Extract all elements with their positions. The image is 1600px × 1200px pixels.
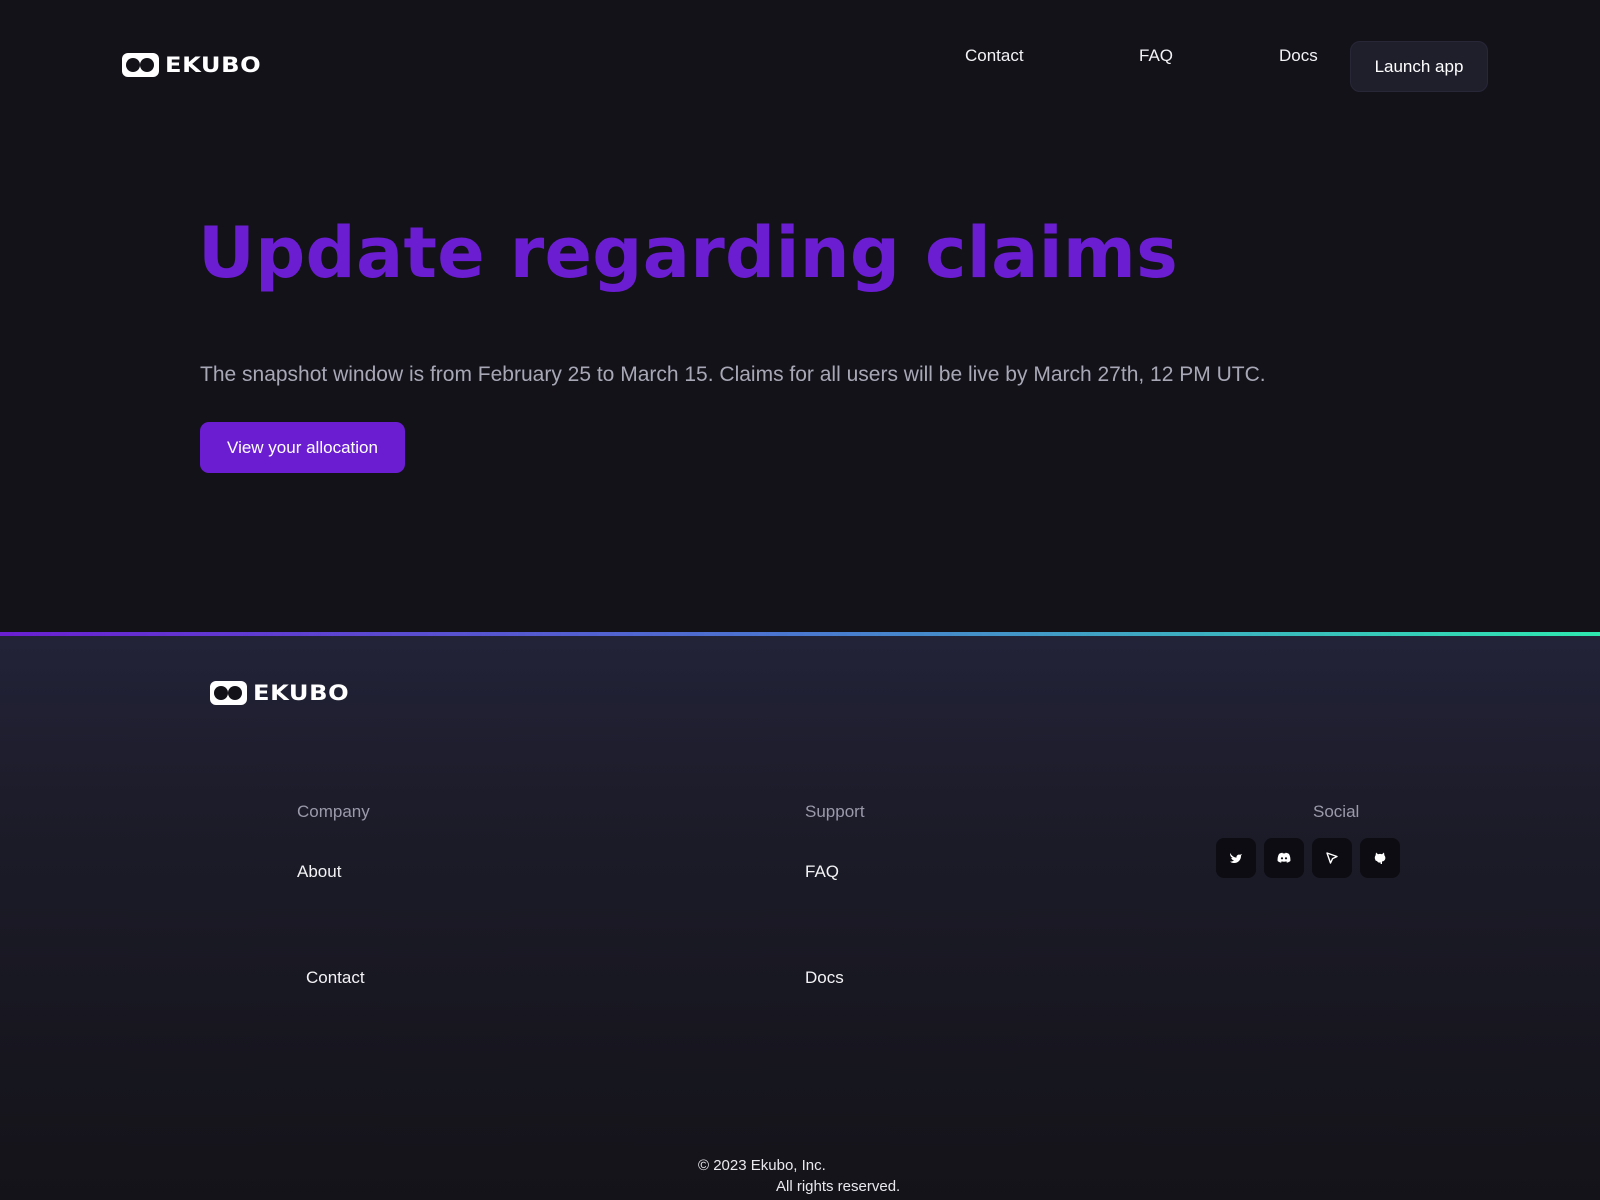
hero-subtitle: The snapshot window is from February 25 … (200, 363, 1266, 386)
brand-name: EKUBO (253, 681, 350, 705)
header-logo[interactable]: EKUBO (122, 53, 261, 77)
footer-about-link[interactable]: About (297, 862, 341, 882)
support-heading: Support (805, 802, 865, 821)
discord-icon (1277, 852, 1291, 863)
discord-button[interactable] (1264, 838, 1304, 878)
footer-faq-link[interactable]: FAQ (805, 862, 839, 882)
launch-app-button[interactable]: Launch app (1350, 41, 1488, 92)
page: EKUBO Contact FAQ Docs Launch app Update… (0, 0, 1600, 1200)
cursor-button[interactable] (1312, 838, 1352, 878)
twitter-icon (1230, 853, 1242, 864)
view-allocation-button[interactable]: View your allocation (200, 422, 405, 473)
footer-contact-link[interactable]: Contact (306, 968, 365, 988)
ekubo-logo-icon (122, 53, 159, 77)
nav-contact-link[interactable]: Contact (965, 46, 1024, 66)
social-heading: Social (1313, 802, 1360, 821)
footer-docs-link[interactable]: Docs (805, 968, 844, 988)
footer-gradient-divider (0, 632, 1600, 636)
top-nav: EKUBO Contact FAQ Docs Launch app (0, 0, 1600, 130)
hero-title: Update regarding claims (198, 212, 1179, 294)
rights-text: All rights reserved. (776, 1178, 901, 1195)
github-button[interactable] (1360, 838, 1400, 878)
nav-faq-link[interactable]: FAQ (1139, 46, 1173, 66)
footer-logo[interactable]: EKUBO (210, 681, 349, 705)
twitter-button[interactable] (1216, 838, 1256, 878)
social-links (1216, 838, 1400, 878)
footer: EKUBO Company Support Social About Conta… (0, 632, 1600, 1200)
brand-name: EKUBO (165, 53, 262, 77)
github-icon (1374, 852, 1386, 864)
cursor-icon (1326, 852, 1338, 864)
copyright-text: © 2023 Ekubo, Inc. (698, 1157, 826, 1174)
ekubo-logo-icon (210, 681, 247, 705)
company-heading: Company (297, 802, 370, 821)
nav-docs-link[interactable]: Docs (1279, 46, 1318, 66)
